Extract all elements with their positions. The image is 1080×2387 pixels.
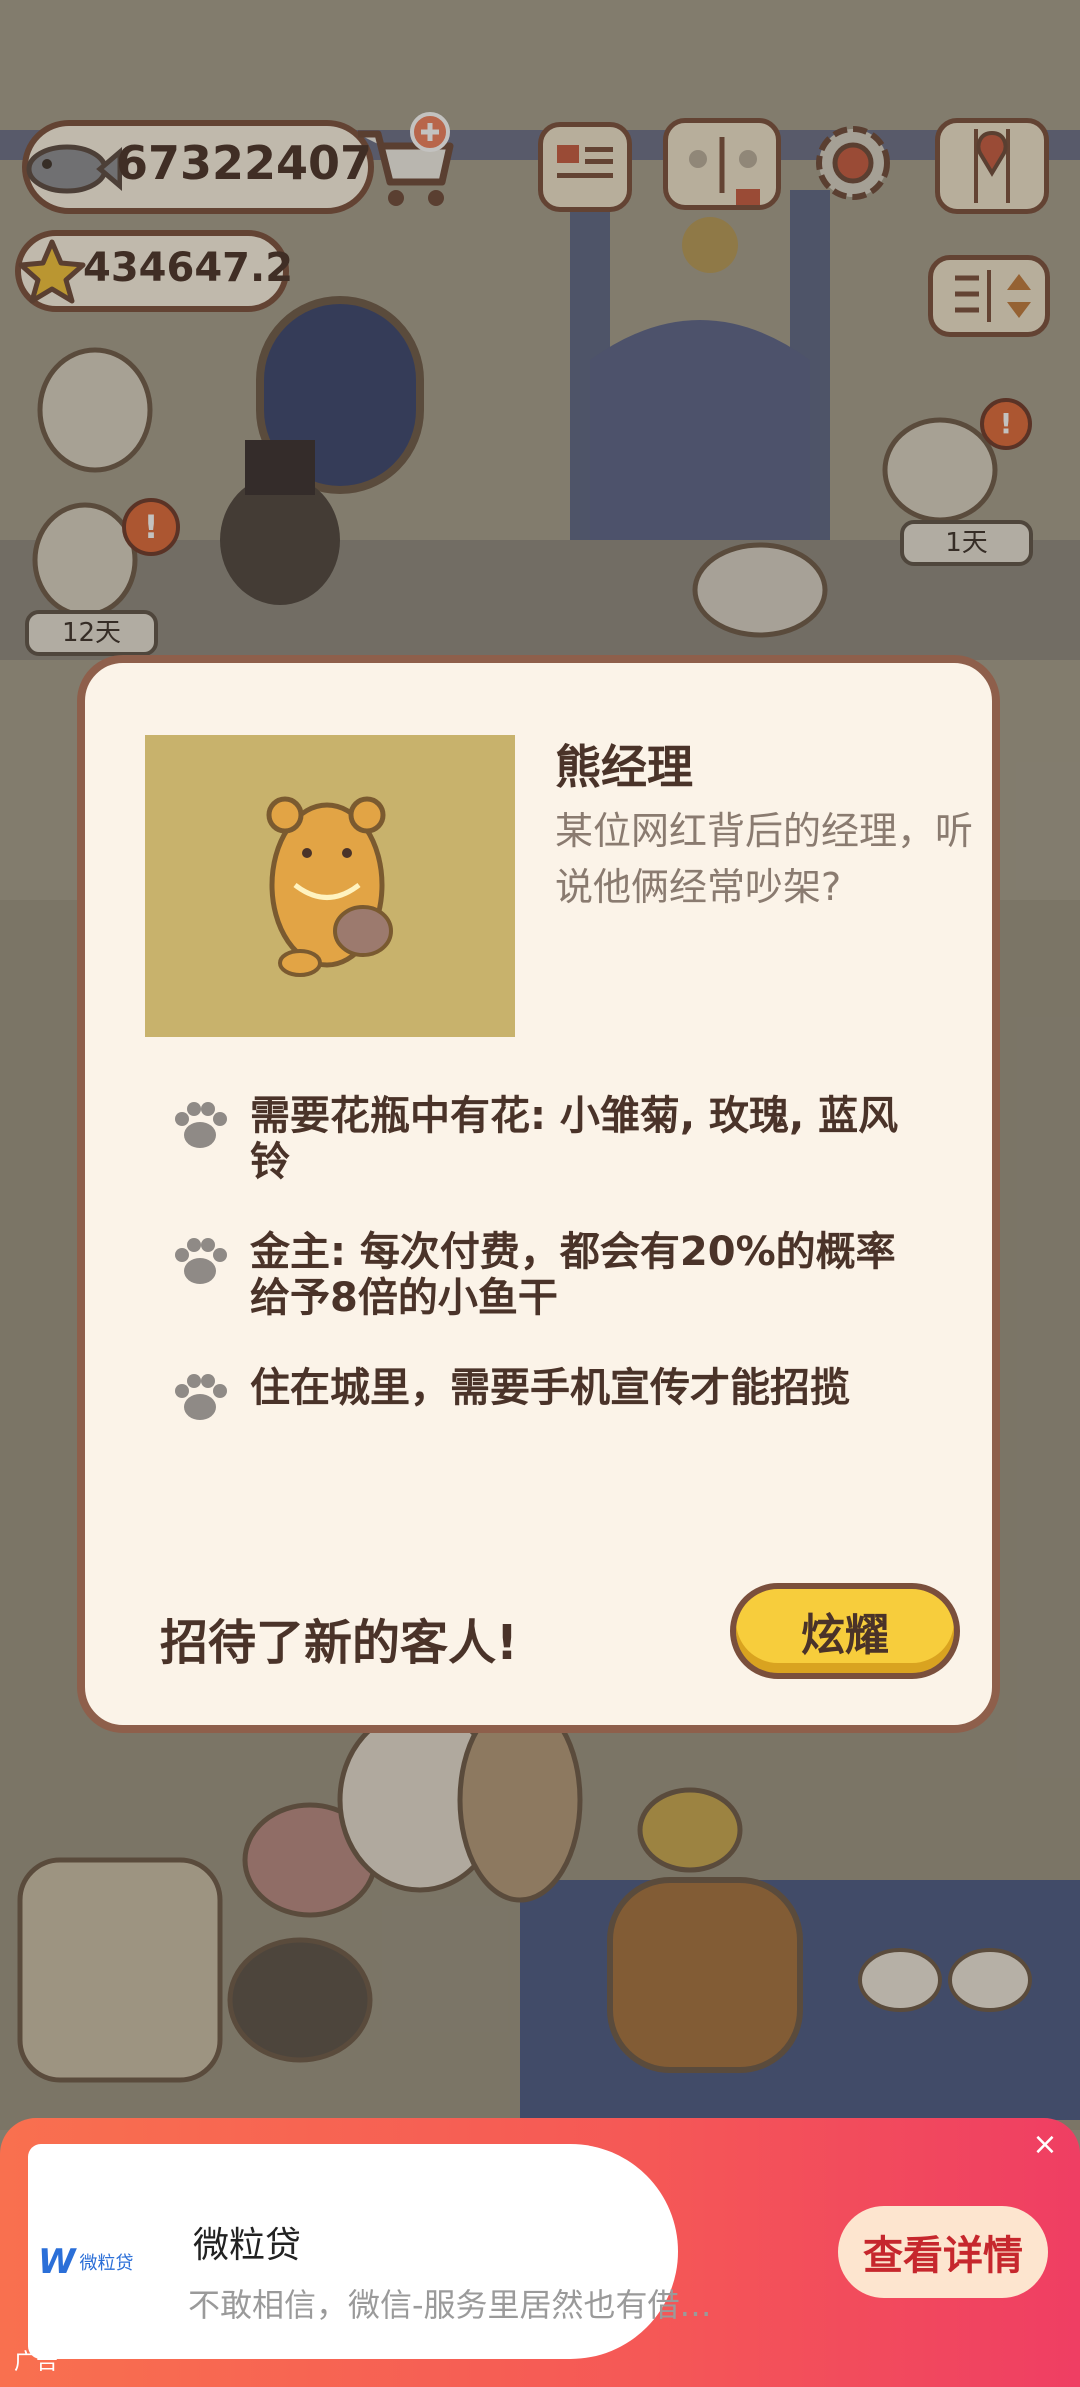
- new-guest-message: 招待了新的客人!: [160, 1615, 518, 1671]
- customer-info-dialog: 熊经理 某位网红背后的经理，听说他俩经常吵架? 需要花瓶中有花: 小雏菊, 玫瑰…: [77, 655, 1000, 1733]
- brand-logo-text: 微粒贷: [79, 2253, 134, 2274]
- trait-text: 金主: 每次付费，都会有20%的概率给予8倍的小鱼干: [250, 1229, 896, 1321]
- bear-manager-icon: [145, 796, 515, 1041]
- brand-logo: W 微粒贷: [38, 2242, 134, 2282]
- trait-item: 需要花瓶中有花: 小雏菊, 玫瑰, 蓝风铃: [170, 1093, 930, 1185]
- ad-title: 微粒贷: [193, 2225, 302, 2266]
- paw-icon: [170, 1231, 230, 1291]
- ad-subtitle: 不敢相信，微信-服务里居然也有借…: [188, 2286, 712, 2324]
- customer-description: 某位网红背后的经理，听说他俩经常吵架?: [555, 809, 974, 909]
- ad-label: 广告: [14, 2350, 59, 2375]
- ad-content-card[interactable]: W 微粒贷 微粒贷 不敢相信，微信-服务里居然也有借…: [28, 2144, 712, 2359]
- paw-icon: [170, 1367, 230, 1427]
- customer-portrait: [145, 735, 515, 1037]
- paw-icon: [170, 1095, 230, 1155]
- trait-item: 住在城里，需要手机宣传才能招揽: [170, 1365, 930, 1427]
- show-off-button[interactable]: 炫耀: [730, 1583, 960, 1679]
- ad-view-details-button[interactable]: 查看详情: [838, 2206, 1048, 2298]
- trait-text: 需要花瓶中有花: 小雏菊, 玫瑰, 蓝风铃: [250, 1093, 899, 1185]
- ad-banner[interactable]: W 微粒贷 微粒贷 不敢相信，微信-服务里居然也有借… 查看详情 × 广告: [0, 2118, 1080, 2387]
- ad-close-icon[interactable]: ×: [1030, 2130, 1060, 2160]
- trait-item: 金主: 每次付费，都会有20%的概率给予8倍的小鱼干: [170, 1229, 930, 1321]
- trait-text: 住在城里，需要手机宣传才能招揽: [250, 1365, 850, 1411]
- customer-name: 熊经理: [555, 740, 693, 794]
- w-logo-icon: W: [38, 2242, 76, 2282]
